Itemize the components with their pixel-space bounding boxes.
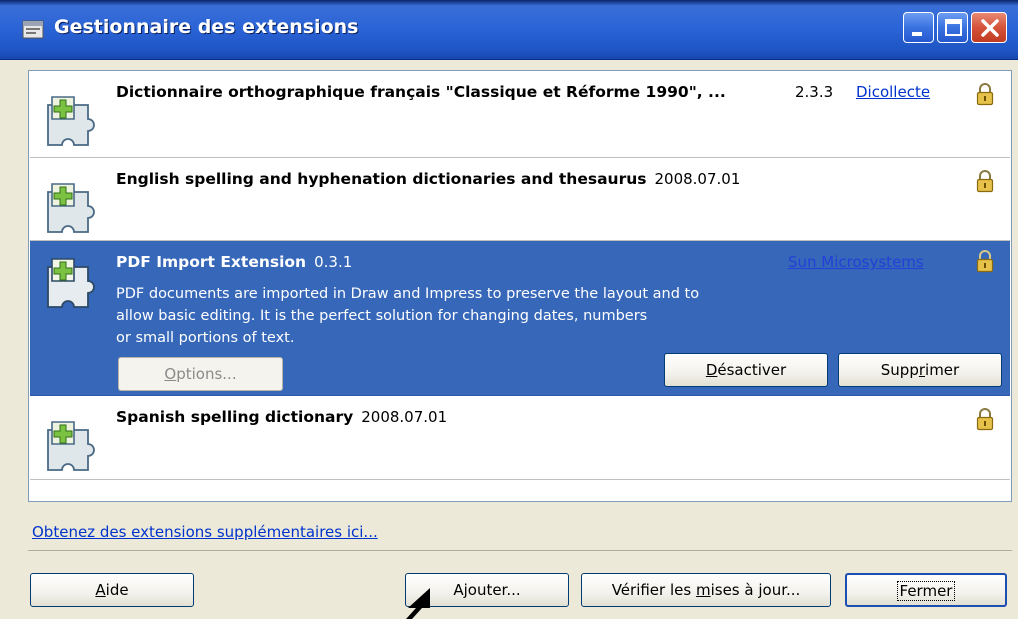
app-icon	[22, 20, 44, 39]
publisher-link[interactable]: Dicollecte	[856, 83, 930, 101]
puzzle-extension-icon	[47, 258, 95, 308]
extension-row[interactable]: Spanish spelling dictionary 2008.07.01	[30, 396, 1010, 480]
extension-name-line: Spanish spelling dictionary 2008.07.01	[116, 408, 447, 426]
check-label-rest: ises à jour...	[710, 581, 801, 599]
add-label-rest: outer...	[467, 581, 521, 599]
remove-label-rest: imer	[925, 361, 960, 379]
close-window-button[interactable]	[971, 12, 1007, 43]
help-label: ide	[105, 581, 129, 599]
remove-button[interactable]: Supprimer	[838, 353, 1002, 387]
minimize-icon	[912, 32, 922, 36]
maximize-button[interactable]	[937, 12, 968, 43]
add-label-pre: A	[453, 581, 464, 599]
close-button[interactable]: Fermer	[845, 573, 1007, 607]
lock-icon	[976, 250, 994, 273]
extension-name: English spelling and hyphenation diction…	[116, 170, 647, 188]
disable-accel: D	[705, 361, 718, 379]
extension-name: PDF Import Extension	[116, 253, 307, 271]
options-label: ptions...	[176, 365, 237, 383]
extension-name-line: English spelling and hyphenation diction…	[116, 170, 740, 188]
lock-icon	[976, 170, 994, 193]
extension-name-line: Dictionnaire orthographique français "Cl…	[116, 83, 726, 101]
extension-version: 0.3.1	[314, 253, 353, 271]
extension-version: 2008.07.01	[361, 408, 448, 426]
extension-description: PDF documents are imported in Draw and I…	[116, 283, 816, 349]
help-button[interactable]: Aide	[30, 573, 194, 607]
disable-button[interactable]: Désactiver	[664, 353, 828, 387]
check-updates-button[interactable]: Vérifier les mises à jour...	[581, 573, 831, 607]
description-line: allow basic editing. It is the perfect s…	[116, 308, 648, 324]
maximize-icon	[945, 19, 962, 36]
minimize-button[interactable]	[903, 12, 934, 43]
remove-label-pre: Supp	[880, 361, 919, 379]
publisher-link[interactable]: Sun Microsystems	[788, 253, 924, 271]
title-bar[interactable]: Gestionnaire des extensions	[0, 0, 1018, 60]
extension-name: Dictionnaire orthographique français "Cl…	[116, 83, 726, 101]
extension-row[interactable]: Dictionnaire orthographique français "Cl…	[30, 71, 1010, 158]
extension-name-line: PDF Import Extension 0.3.1	[116, 253, 352, 271]
puzzle-extension-icon	[47, 421, 95, 471]
puzzle-extension-icon	[47, 183, 95, 233]
extension-version: 2.3.3	[795, 83, 834, 101]
mouse-pointer-icon	[406, 588, 430, 619]
close-label: Fermer	[896, 581, 956, 601]
extension-list[interactable]: Dictionnaire orthographique français "Cl…	[28, 70, 1012, 502]
extension-name: Spanish spelling dictionary	[116, 408, 354, 426]
check-accel: m	[695, 581, 711, 599]
lock-icon	[976, 83, 994, 106]
lock-icon	[976, 408, 994, 431]
puzzle-extension-icon	[47, 96, 95, 146]
window-title: Gestionnaire des extensions	[54, 16, 359, 38]
options-accel: O	[164, 365, 177, 383]
extension-row[interactable]: English spelling and hyphenation diction…	[30, 158, 1010, 241]
options-button[interactable]: Options...	[118, 357, 283, 391]
divider	[28, 550, 1012, 551]
extension-manager-window: Gestionnaire des extensions Dictionnaire…	[0, 0, 1018, 619]
extension-version: 2008.07.01	[654, 170, 741, 188]
help-accel: A	[95, 581, 106, 599]
more-extensions-link[interactable]: Obtenez des extensions supplémentaires i…	[32, 523, 378, 541]
extension-row-selected[interactable]: PDF Import Extension 0.3.1 Sun Microsyste…	[30, 241, 1010, 396]
check-label-pre: Vérifier les	[611, 581, 696, 599]
close-icon	[981, 19, 999, 37]
description-line: or small portions of text.	[116, 330, 295, 346]
disable-label: ésactiver	[717, 361, 787, 379]
description-line: PDF documents are imported in Draw and I…	[116, 286, 700, 302]
